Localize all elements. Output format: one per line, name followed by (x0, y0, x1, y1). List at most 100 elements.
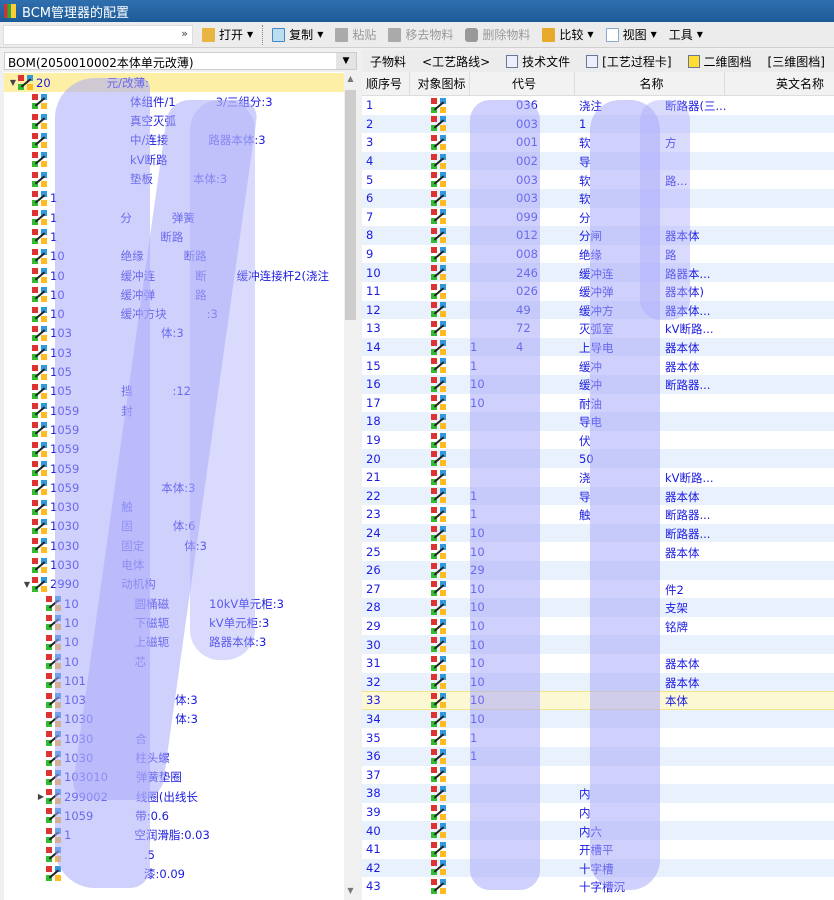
tree-node[interactable]: 105 挡:12 (4, 382, 344, 401)
scroll-up-icon[interactable]: ▲ (344, 74, 357, 88)
tab-0[interactable]: 子物料 (362, 53, 414, 70)
table-row[interactable]: 25 10 器本体 (362, 542, 834, 561)
tree-node[interactable]: 1059 本体:3 (4, 478, 344, 497)
tree-node[interactable]: 103 (4, 343, 344, 362)
tree-node[interactable]: 1059 带:0.6 (4, 806, 344, 825)
table-row[interactable]: 10 246 缓冲连 路器本... (362, 263, 834, 282)
tree-node[interactable]: 10 缓冲弹 路 (4, 285, 344, 304)
table-row[interactable]: 40 内六 (362, 821, 834, 840)
table-row[interactable]: 5 003 软 路... (362, 170, 834, 189)
tree-node[interactable]: 10 上磁轭 路器本体:3 (4, 633, 344, 652)
copy-button[interactable]: 复制 ▼ (266, 24, 329, 46)
col-icon[interactable]: 对象图标 (410, 72, 470, 95)
table-row[interactable]: 30 10 (362, 635, 834, 654)
table-row[interactable]: 23 1 触 断路器... (362, 505, 834, 524)
table-row[interactable]: 28 10 支架 (362, 598, 834, 617)
table-row[interactable]: 9 008 绝缘 路 (362, 245, 834, 264)
table-row[interactable]: 37 (362, 766, 834, 785)
bom-select[interactable]: BOM(2050010002本体单元改薄) ▼ (4, 52, 357, 70)
tree-root-node[interactable]: ▼ 20 元/改薄: (4, 73, 344, 92)
table-row[interactable]: 14 1 4 上导电 器本体 (362, 337, 834, 357)
tree-node[interactable]: kV断路 (4, 150, 344, 169)
tree-node[interactable]: 1030 触 (4, 498, 344, 517)
tree-node[interactable]: 1059 (4, 420, 344, 439)
col-name[interactable]: 名称 (575, 72, 725, 95)
table-row[interactable]: 18 导电 (362, 412, 834, 431)
table-row[interactable]: 29 10 铭牌 (362, 617, 834, 636)
tree-node[interactable]: 10 缓冲连 断 缓冲连接杆2(浇注 (4, 266, 344, 285)
table-row[interactable]: 8 012 分闸 器本体 (362, 226, 834, 245)
table-row[interactable]: 33 10 本体 (362, 691, 834, 710)
tree-node[interactable]: 1059 (4, 440, 344, 459)
table-row[interactable]: 4 002 导 (362, 151, 834, 171)
table-row[interactable]: 19 伏 (362, 431, 834, 450)
tree-node[interactable]: 10 缓冲方块:3 (4, 305, 344, 324)
col-seq[interactable]: 顺序号 (362, 72, 410, 95)
tree-node[interactable]: 1030 合 (4, 729, 344, 748)
scroll-thumb[interactable] (345, 90, 356, 320)
table-row[interactable]: 32 10 器本体 (362, 672, 834, 692)
table-row[interactable]: 38 内 (362, 784, 834, 803)
table-row[interactable]: 21 浇 kV断路... (362, 468, 834, 487)
quick-search-combo[interactable]: » (3, 24, 193, 45)
scroll-down-icon[interactable]: ▼ (344, 886, 357, 900)
tree-node[interactable]: .5 (4, 845, 344, 864)
expanded-arrow-icon[interactable]: ▼ (8, 78, 18, 87)
col-code[interactable]: 代号 (470, 72, 575, 95)
paste-button[interactable]: 粘贴 (329, 24, 382, 46)
tab-2[interactable]: 技术文件 (498, 53, 578, 70)
tree-node[interactable]: 垫板 本体:3 (4, 170, 344, 189)
remove-material-button[interactable]: 移去物料 (382, 24, 459, 46)
tree-node[interactable]: 105 (4, 363, 344, 382)
tree-node[interactable]: 1030 体:3 (4, 710, 344, 729)
tree-node[interactable]: 体组件/1 3/三组分:3 (4, 92, 344, 111)
table-row[interactable]: 36 1 (362, 747, 834, 766)
tree-node[interactable]: 103010 弹簧垫圈 (4, 768, 344, 787)
table-row[interactable]: 34 10 (362, 709, 834, 729)
table-row[interactable]: 35 1 (362, 728, 834, 747)
tree-node[interactable]: ▼ 2990 动机构 (4, 575, 344, 594)
table-row[interactable]: 2 003 1 (362, 114, 834, 134)
table-row[interactable]: 26 29 (362, 561, 834, 580)
tab-1[interactable]: <工艺路线> (414, 53, 498, 70)
table-row[interactable]: 6 003 软 (362, 189, 834, 208)
tools-button[interactable]: 工具 ▼ (663, 24, 709, 46)
tree-node[interactable]: 10 绝缘 断路 (4, 247, 344, 266)
table-row[interactable]: 1 036 浇注 断路器(三... (362, 96, 834, 115)
tab-4[interactable]: 二维图档 (680, 53, 760, 70)
table-row[interactable]: 42 十字槽 (362, 858, 834, 878)
delete-material-button[interactable]: 删除物料 (459, 24, 536, 46)
compare-button[interactable]: 比较 ▼ (536, 24, 599, 46)
col-english-name[interactable]: 英文名称 (725, 72, 834, 95)
table-row[interactable]: 3 001 软方 (362, 133, 834, 152)
table-row[interactable]: 41 开槽平 (362, 840, 834, 859)
tree-node[interactable]: 1059 (4, 459, 344, 478)
tree-node[interactable]: 1 断路 (4, 227, 344, 246)
table-row[interactable]: 17 10 耐油 (362, 394, 834, 413)
expanded-arrow-icon[interactable]: ▼ (22, 580, 32, 589)
table-row[interactable]: 31 10 器本体 (362, 654, 834, 673)
table-row[interactable]: 39 内 (362, 803, 834, 822)
tab-5[interactable]: [三维图档] (760, 53, 833, 70)
tree-node[interactable]: 1030 固定 体:3 (4, 536, 344, 555)
table-row[interactable]: 16 10 缓冲 断路器... (362, 375, 834, 394)
table-row[interactable]: 43 十字槽沉 (362, 877, 834, 896)
tree-node[interactable]: 1 分 弹簧 (4, 208, 344, 227)
tree-node[interactable]: 1 (4, 189, 344, 208)
tree-node[interactable]: 漆:0.09 (4, 864, 344, 883)
tree-node[interactable]: 1030 柱头螺 (4, 749, 344, 768)
open-button[interactable]: 打开 ▼ (196, 24, 259, 46)
table-row[interactable]: 24 10 断路器... (362, 523, 834, 543)
tree-node[interactable]: 1059 封 (4, 401, 344, 420)
table-row[interactable]: 22 1 导 器本体 (362, 486, 834, 506)
table-row[interactable]: 7 099 分 (362, 208, 834, 227)
table-row[interactable]: 11 026 缓冲弹 器本体) (362, 282, 834, 301)
tab-3[interactable]: [工艺过程卡] (578, 53, 679, 70)
view-button[interactable]: 视图 ▼ (600, 24, 663, 46)
tree-node[interactable]: 10 下磁轭 kV单元柜:3 (4, 613, 344, 632)
tree-node[interactable]: 中/连接 路器本体:3 (4, 131, 344, 150)
table-row[interactable]: 20 50 (362, 449, 834, 468)
tree-node[interactable]: 103 体:3 (4, 324, 344, 343)
tree-node[interactable]: 1 空润滑脂:0.03 (4, 826, 344, 845)
table-row[interactable]: 12 49 缓冲方 器本体... (362, 300, 834, 320)
